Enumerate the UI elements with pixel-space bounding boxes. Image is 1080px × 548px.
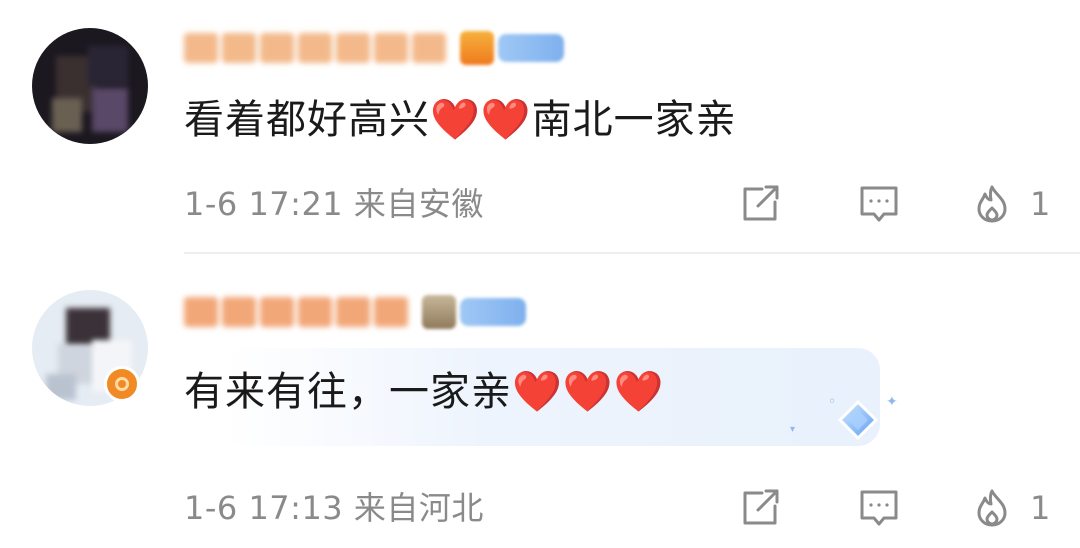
fan-level-badge xyxy=(460,31,564,65)
fan-level-badge xyxy=(422,295,526,329)
reply-icon[interactable] xyxy=(858,488,900,528)
comment-item: ◦ ✦ ▾ 有来有往，一家亲❤️❤️❤️ 1-6 17:13 来自河北 1 xyxy=(0,254,1080,548)
level-pill xyxy=(460,298,526,326)
share-icon[interactable] xyxy=(740,488,782,528)
comment-text: 看着都好高兴❤️❤️南北一家亲 xyxy=(184,97,737,143)
username-blurred[interactable] xyxy=(184,297,408,327)
comment-time: 1-6 17:21 xyxy=(184,185,344,223)
avatar[interactable] xyxy=(32,28,148,144)
comment-timestamp: 1-6 17:21 来自安徽 xyxy=(184,182,484,226)
username-blurred[interactable] xyxy=(184,33,446,63)
sparkle-icon: ▾ xyxy=(790,424,796,435)
comment-location: 来自河北 xyxy=(353,489,484,527)
share-icon[interactable] xyxy=(740,184,782,224)
verified-badge-icon xyxy=(104,366,140,402)
fire-like-icon[interactable] xyxy=(972,184,1014,224)
level-pill xyxy=(498,34,564,62)
crown-icon xyxy=(460,31,494,65)
comment-location: 来自安徽 xyxy=(353,185,484,223)
comment-meta: 1-6 17:13 来自河北 1 xyxy=(184,486,1051,530)
username-row xyxy=(184,26,564,70)
comment-item: 看着都好高兴❤️❤️南北一家亲 1-6 17:21 来自安徽 1 xyxy=(0,0,1080,252)
like-count: 1 xyxy=(1030,185,1051,223)
username-row xyxy=(184,290,526,334)
comment-time: 1-6 17:13 xyxy=(184,489,344,527)
crown-icon xyxy=(422,295,456,329)
reply-icon[interactable] xyxy=(858,184,900,224)
comment-timestamp: 1-6 17:13 来自河北 xyxy=(184,486,484,530)
comment-text: 有来有往，一家亲❤️❤️❤️ xyxy=(184,369,665,415)
diamond-icon xyxy=(834,398,882,446)
comment-meta: 1-6 17:21 来自安徽 1 xyxy=(184,182,1051,226)
sparkle-icon: ✦ xyxy=(886,394,898,410)
like-count: 1 xyxy=(1030,489,1051,527)
fire-like-icon[interactable] xyxy=(972,488,1014,528)
